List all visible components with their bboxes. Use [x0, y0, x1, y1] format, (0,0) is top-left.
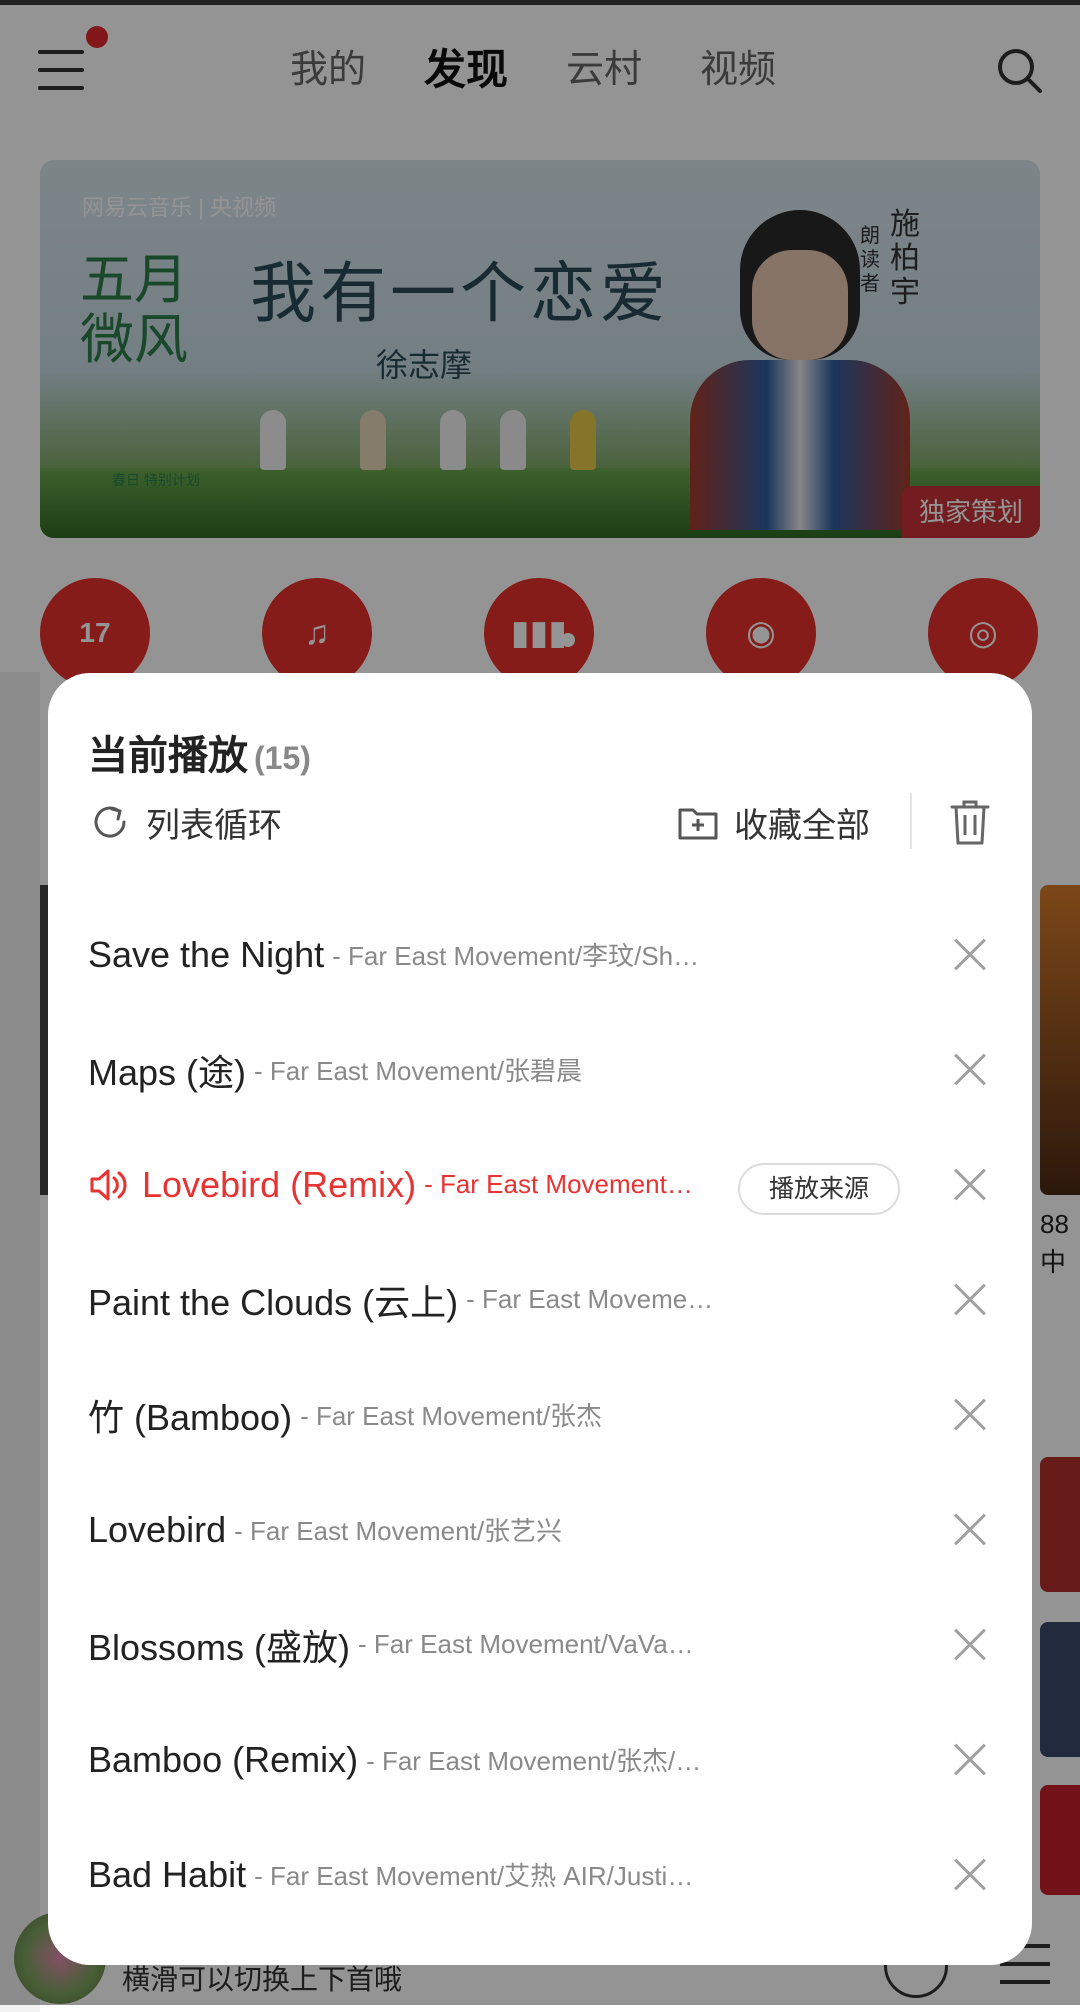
remove-icon[interactable]: [954, 1399, 986, 1431]
playlist-row-text: Maps (途) - Far East Movement/张碧晨: [88, 1012, 748, 1127]
song-artist: - Far East Moveme…: [466, 1284, 714, 1314]
remove-icon[interactable]: [954, 1859, 986, 1891]
song-title: 竹 (Bamboo): [88, 1396, 293, 1438]
remove-icon[interactable]: [954, 1514, 986, 1546]
playlist-title-text: 当前播放: [88, 734, 248, 778]
song-title: Maps (途): [88, 1051, 247, 1093]
song-title: Lovebird: [88, 1508, 227, 1550]
playlist-row[interactable]: Bad Habit - Far East Movement/艾热 AIR/Jus…: [48, 1817, 1032, 1932]
song-artist: - Far East Movement/李玟/Sh…: [332, 941, 700, 971]
playlist-row[interactable]: Blossoms (盛放) - Far East Movement/VaVa…: [48, 1587, 1032, 1702]
playlist-row[interactable]: Lovebird - Far East Movement/张艺兴: [48, 1472, 1032, 1587]
playlist-row-text: Blossoms (盛放) - Far East Movement/VaVa…: [88, 1587, 748, 1702]
playlist-row[interactable]: 竹 (Bamboo) - Far East Movement/张杰: [48, 1357, 1032, 1472]
song-artist: - Far East Movement/VaVa…: [358, 1629, 694, 1659]
playlist-title: 当前播放 (15): [88, 723, 311, 781]
song-artist: - Far East Movement/艾热 AIR/Justi…: [254, 1861, 694, 1891]
playlist-row-text: Bamboo (Remix) - Far East Movement/张杰/…: [88, 1702, 748, 1817]
folder-add-icon: [678, 808, 718, 840]
playlist-count: (15): [254, 740, 311, 776]
song-title: Bad Habit: [88, 1853, 247, 1895]
playlist-row[interactable]: Bamboo (Remix) - Far East Movement/张杰/…: [48, 1702, 1032, 1817]
playlist-row[interactable]: Maps (途) - Far East Movement/张碧晨: [48, 1012, 1032, 1127]
playlist-row-text: Paint the Clouds (云上) - Far East Moveme…: [88, 1242, 748, 1357]
song-title: Save the Night: [88, 933, 325, 975]
song-title: Paint the Clouds (云上): [88, 1281, 459, 1323]
song-artist: - Far East Movement/张碧晨: [254, 1056, 582, 1086]
playlist-list: Save the Night - Far East Movement/李玟/Sh…: [48, 897, 1032, 1932]
play-source-button[interactable]: 播放来源: [738, 1163, 900, 1215]
playlist-row-playing[interactable]: Lovebird (Remix) - Far East Movement/… 播…: [48, 1127, 1032, 1242]
scrolled-row-fragment: [88, 879, 988, 895]
toolbar-divider: [910, 793, 912, 849]
loop-icon: [94, 806, 126, 838]
current-playlist-sheet: 当前播放 (15) 列表循环 收藏全部 Save the Night - Far …: [48, 673, 1032, 1965]
playlist-row-text: Save the Night - Far East Movement/李玟/Sh…: [88, 897, 748, 1012]
playlist-row-text: 竹 (Bamboo) - Far East Movement/张杰: [88, 1357, 748, 1472]
playlist-row-text: Bad Habit - Far East Movement/艾热 AIR/Jus…: [88, 1817, 748, 1932]
trash-icon[interactable]: [946, 797, 994, 847]
song-title: Lovebird (Remix): [142, 1163, 417, 1205]
remove-icon[interactable]: [954, 939, 986, 971]
loop-mode-label: 列表循环: [146, 806, 282, 845]
remove-icon[interactable]: [954, 1629, 986, 1661]
collect-all-button[interactable]: 收藏全部: [676, 797, 870, 847]
song-title: Blossoms (盛放): [88, 1626, 351, 1668]
speaker-icon: [90, 1169, 127, 1200]
remove-icon[interactable]: [954, 1169, 986, 1201]
song-artist: - Far East Movement/张艺兴: [234, 1516, 563, 1546]
remove-icon[interactable]: [954, 1284, 986, 1316]
collect-all-label: 收藏全部: [734, 806, 870, 845]
remove-icon[interactable]: [954, 1744, 986, 1776]
loop-mode-button[interactable]: 列表循环: [88, 797, 282, 847]
song-artist: - Far East Movement/张杰: [300, 1401, 603, 1431]
playlist-row[interactable]: Paint the Clouds (云上) - Far East Moveme…: [48, 1242, 1032, 1357]
song-artist: - Far East Movement/张杰/…: [366, 1746, 702, 1776]
remove-icon[interactable]: [954, 1054, 986, 1086]
playlist-row[interactable]: Save the Night - Far East Movement/李玟/Sh…: [48, 897, 1032, 1012]
song-title: Bamboo (Remix): [88, 1738, 359, 1780]
playlist-row-text: Lovebird - Far East Movement/张艺兴: [88, 1472, 748, 1587]
playlist-row-text: Lovebird (Remix) - Far East Movement/…: [88, 1127, 698, 1242]
song-artist: - Far East Movement/…: [424, 1169, 698, 1199]
